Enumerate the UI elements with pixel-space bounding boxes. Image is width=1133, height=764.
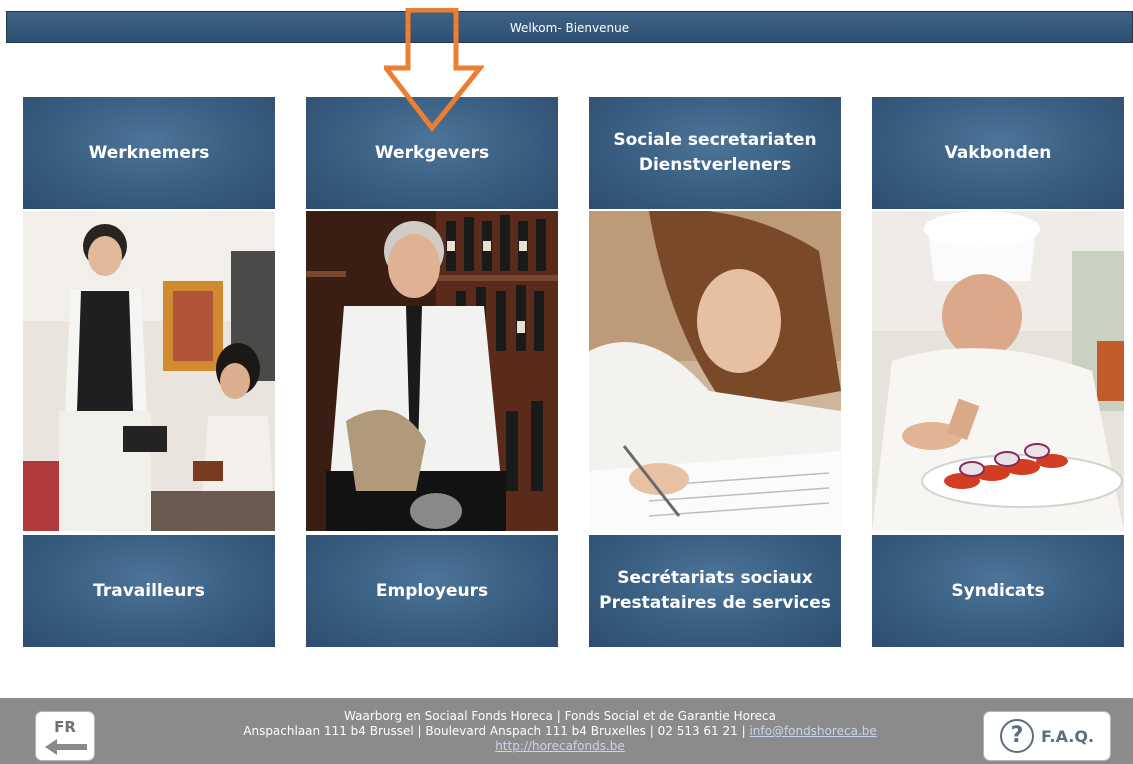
email-link[interactable]: info@fondshoreca.be	[749, 724, 876, 738]
chef-plating-dish-photo[interactable]	[872, 211, 1124, 531]
header-bar: Welkom- Bienvenue	[6, 11, 1133, 43]
tile-label: Employeurs	[375, 580, 489, 601]
faq-label: F.A.Q.	[1040, 726, 1095, 746]
pointer-arrow-icon	[384, 8, 484, 132]
language-label: FR	[54, 718, 76, 736]
tile-label: Sociale secretariaten Dienstverleners	[613, 130, 817, 175]
tile-label: Travailleurs	[93, 580, 205, 601]
tile-label: Werknemers	[88, 142, 210, 163]
tile-sociale-secretariaten[interactable]: Sociale secretariaten Dienstverleners	[589, 97, 841, 209]
language-fr-button[interactable]: FR	[35, 711, 95, 761]
footer-bar: Waarborg en Sociaal Fonds Horeca | Fonds…	[0, 698, 1133, 764]
tile-syndicats[interactable]: Syndicats	[872, 535, 1124, 647]
woman-signing-document-photo[interactable]	[589, 211, 841, 531]
restaurant-owner-photo[interactable]	[306, 211, 558, 531]
tile-label: Syndicats	[951, 580, 1045, 601]
tile-employeurs[interactable]: Employeurs	[306, 535, 558, 647]
footer-org-name: Waarborg en Sociaal Fonds Horeca | Fonds…	[344, 709, 776, 723]
tile-travailleurs[interactable]: Travailleurs	[23, 535, 275, 647]
header-title: Welkom- Bienvenue	[509, 21, 630, 35]
arrow-left-icon	[45, 739, 87, 755]
tile-label: Werkgevers	[374, 142, 490, 163]
question-mark-icon: ?	[999, 719, 1034, 753]
waiter-serving-guest-photo[interactable]	[23, 211, 275, 531]
tile-werknemers[interactable]: Werknemers	[23, 97, 275, 209]
footer-address-line: Anspachlaan 111 b4 Brussel | Boulevard A…	[160, 724, 960, 739]
footer-contact: Waarborg en Sociaal Fonds Horeca | Fonds…	[160, 709, 960, 754]
tile-label: Vakbonden	[944, 142, 1052, 163]
footer-address: Anspachlaan 111 b4 Brussel | Boulevard A…	[243, 724, 750, 738]
tile-vakbonden[interactable]: Vakbonden	[872, 97, 1124, 209]
tile-secretariats-sociaux[interactable]: Secrétariats sociaux Prestataires de ser…	[589, 535, 841, 647]
page: Welkom- Bienvenue Werknemers Travailleur…	[0, 0, 1133, 764]
faq-button[interactable]: ? F.A.Q.	[983, 711, 1111, 761]
tile-label: Secrétariats sociaux Prestataires de ser…	[599, 568, 831, 613]
website-link[interactable]: http://horecafonds.be	[495, 739, 625, 753]
